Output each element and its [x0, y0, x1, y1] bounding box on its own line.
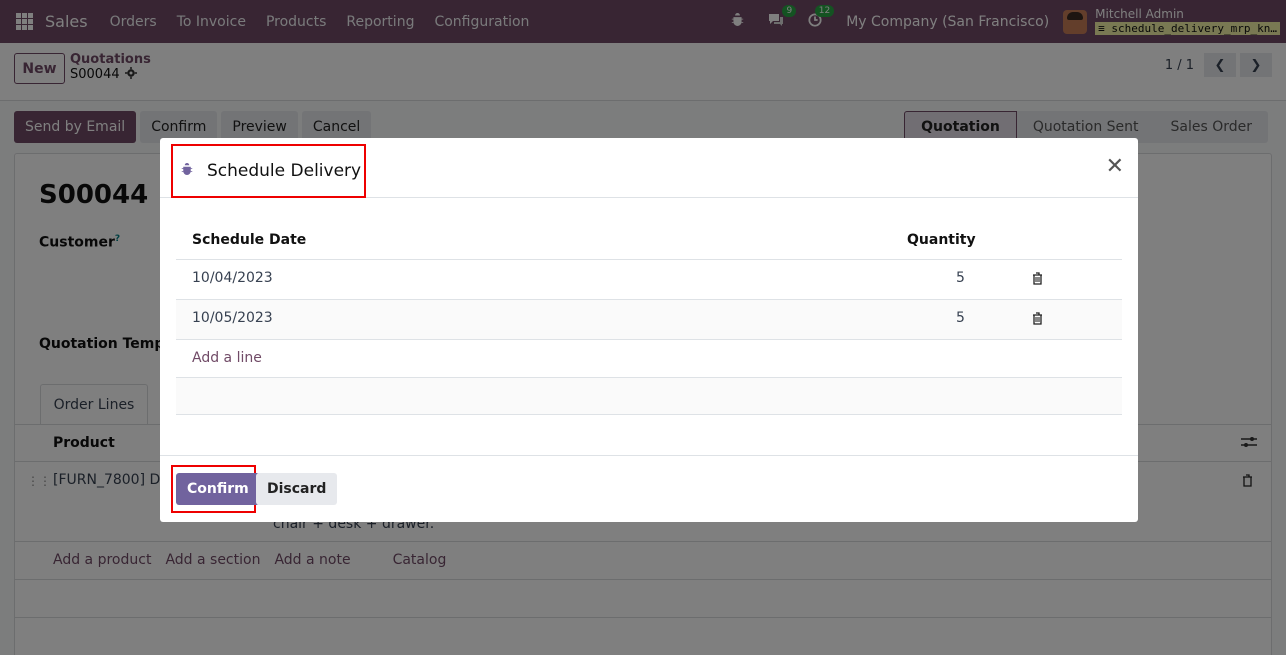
schedule-delivery-dialog: Schedule Delivery ✕ Schedule Date Quanti…: [160, 138, 1138, 522]
dialog-title: Schedule Delivery: [207, 161, 362, 181]
schedule-date-cell[interactable]: 10/05/2023: [192, 310, 273, 326]
title-highlight-box: Schedule Delivery: [171, 144, 366, 198]
table-row[interactable]: 10/05/2023 5: [176, 299, 1122, 339]
dialog-footer: Confirm Discard: [160, 456, 1138, 521]
quantity-cell[interactable]: 5: [956, 270, 965, 286]
debug-bug-icon: [181, 163, 193, 179]
quantity-cell[interactable]: 5: [956, 310, 965, 326]
delete-row-icon[interactable]: [1032, 312, 1043, 329]
dialog-header: Schedule Delivery ✕: [160, 138, 1138, 198]
close-icon[interactable]: ✕: [1106, 156, 1124, 178]
discard-button[interactable]: Discard: [256, 473, 338, 505]
table-row[interactable]: 10/04/2023 5: [176, 259, 1122, 299]
delete-row-icon[interactable]: [1032, 272, 1043, 289]
column-quantity[interactable]: Quantity: [907, 232, 976, 248]
dialog-body: Schedule Date Quantity 10/04/2023 5 10/0…: [160, 198, 1138, 456]
add-line-link[interactable]: Add a line: [192, 350, 262, 366]
add-line-row: Add a line: [176, 339, 1122, 377]
empty-row: [176, 377, 1122, 415]
schedule-date-cell[interactable]: 10/04/2023: [192, 270, 273, 286]
confirm-button[interactable]: Confirm: [176, 473, 260, 505]
column-schedule-date[interactable]: Schedule Date: [192, 232, 306, 248]
